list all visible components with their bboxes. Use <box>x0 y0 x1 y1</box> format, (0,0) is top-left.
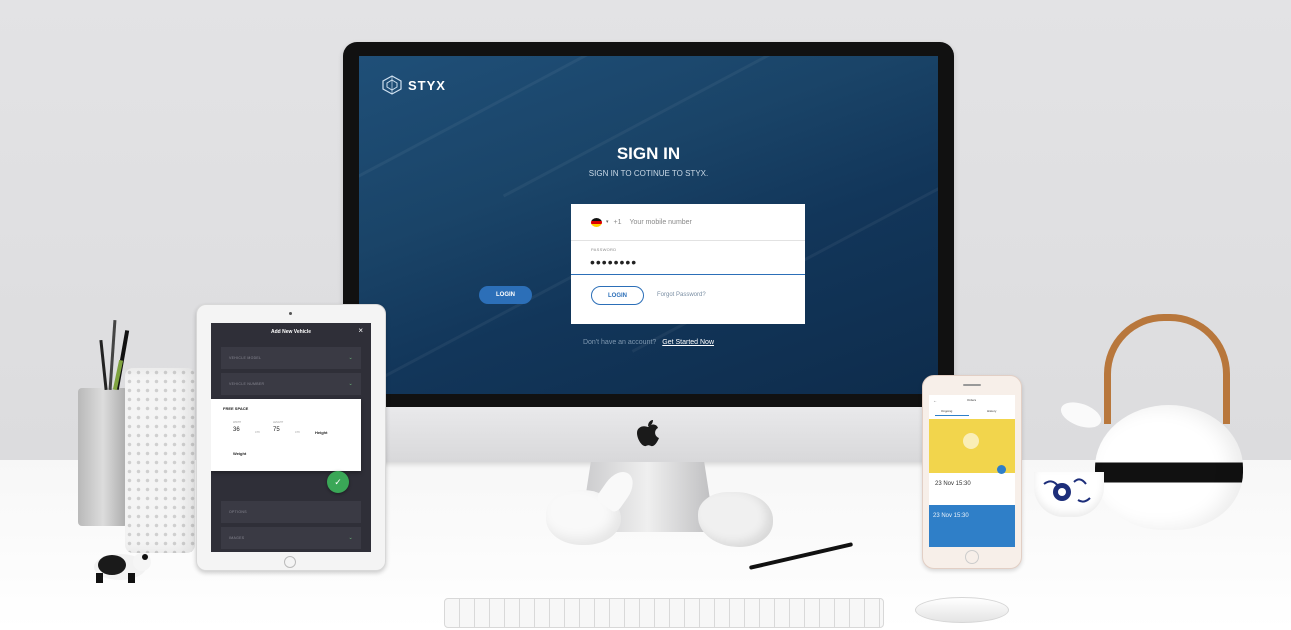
apple-logo-icon <box>637 420 659 447</box>
weight-label: Weight <box>233 451 247 456</box>
ipad-camera <box>289 312 292 315</box>
phone-field[interactable]: ▾ +1 Your mobile number <box>571 204 805 241</box>
keyboard <box>444 598 884 628</box>
tab-history[interactable]: History <box>987 409 996 413</box>
side-login-button[interactable]: LOGIN <box>479 286 532 304</box>
back-arrow-icon[interactable]: ← <box>933 398 937 403</box>
concrete-pencil-cup <box>78 388 128 526</box>
iphone-device: ← Orders Ongoing History 23 Nov 15:30 23… <box>922 375 1022 569</box>
password-underline <box>571 274 805 275</box>
order-card-yellow[interactable] <box>929 419 1015 474</box>
forgot-password-link[interactable]: Forgot Password? <box>657 292 706 298</box>
chevron-down-icon: ⌄ <box>348 535 353 541</box>
styx-logo[interactable]: STYX <box>382 75 446 95</box>
vehicle-number-row[interactable]: VEHICLE NUMBER ⌄ <box>221 373 361 395</box>
height-label: Height <box>315 430 328 435</box>
ipad-home-button <box>284 556 296 568</box>
vehicle-model-label: VEHICLE MODEL <box>229 356 262 360</box>
width-input[interactable]: 36 <box>233 427 240 433</box>
signup-prompt: Don't have an account? Get Started Now <box>359 339 938 346</box>
order-date-1: 23 Nov 15:30 <box>935 481 971 487</box>
flower-pattern-icon <box>1043 478 1091 503</box>
order-card-blue[interactable]: 23 Nov 15:30 <box>929 505 1015 547</box>
vehicle-model-row[interactable]: VEHICLE MODEL ⌄ <box>221 347 361 369</box>
cube-logo-icon <box>382 75 402 95</box>
confirm-check-icon[interactable]: ✓ <box>327 471 349 493</box>
ipad-title: Add New Vehicle <box>270 329 311 335</box>
teapot <box>1095 405 1243 530</box>
free-space-title: FREE SPACE <box>223 406 249 411</box>
signin-title: SIGN IN <box>616 144 681 163</box>
tea-cup <box>1034 472 1104 517</box>
ipad-device: Add New Vehicle × VEHICLE MODEL ⌄ VEHICLE… <box>196 304 386 571</box>
images-row[interactable]: IMAGES ⌄ <box>221 527 361 549</box>
signin-form: ▾ +1 Your mobile number PASSWORD •••••••… <box>571 204 805 324</box>
width-label: WIDTH <box>233 421 242 424</box>
imac-bezel: STYX SIGN IN SIGN IN TO COTINUE TO STYX.… <box>343 42 954 407</box>
signin-screen: STYX SIGN IN SIGN IN TO COTINUE TO STYX.… <box>359 56 938 394</box>
images-label: IMAGES <box>229 536 245 540</box>
vehicle-number-label: VEHICLE NUMBER <box>229 382 265 386</box>
length-unit: cm <box>295 430 300 434</box>
close-icon[interactable]: × <box>358 326 363 335</box>
password-input[interactable]: •••••••• <box>590 255 637 269</box>
brand-name: STYX <box>408 77 446 93</box>
ipad-screen: Add New Vehicle × VEHICLE MODEL ⌄ VEHICLE… <box>211 323 371 552</box>
mouse <box>915 597 1009 623</box>
imac-chin <box>343 407 954 462</box>
tab-ongoing[interactable]: Ongoing <box>941 409 952 413</box>
login-button[interactable]: LOGIN <box>591 286 644 305</box>
signin-subtitle: SIGN IN TO COTINUE TO STYX. <box>588 169 709 178</box>
chevron-down-icon[interactable]: ▾ <box>606 219 609 225</box>
free-space-card: FREE SPACE WIDTH 36 cm LENGHT 75 cm Heig… <box>211 399 361 471</box>
length-label: LENGHT <box>273 421 284 424</box>
iphone-header: ← Orders Ongoing History <box>929 395 1015 417</box>
dotted-white-vase <box>125 368 195 553</box>
chevron-down-icon: ⌄ <box>348 355 353 361</box>
width-unit: cm <box>255 430 260 434</box>
germany-flag-icon[interactable] <box>591 217 602 227</box>
iphone-screen: ← Orders Ongoing History 23 Nov 15:30 23… <box>929 395 1015 547</box>
phone-placeholder[interactable]: Your mobile number <box>630 219 692 226</box>
iphone-home-button <box>965 550 979 564</box>
password-label: PASSWORD <box>591 247 617 252</box>
options-label: OPTIONS <box>229 510 247 514</box>
panda-figurine <box>94 553 151 583</box>
phone-prefix: +1 <box>613 218 622 226</box>
options-row[interactable]: OPTIONS <box>221 501 361 523</box>
no-account-text: Don't have an account? <box>582 339 657 346</box>
iphone-speaker <box>963 384 981 386</box>
order-date-2: 23 Nov 15:30 <box>933 513 969 519</box>
imac-monitor: STYX SIGN IN SIGN IN TO COTINUE TO STYX.… <box>343 42 954 462</box>
chevron-down-icon: ⌄ <box>348 381 353 387</box>
orders-title: Orders <box>967 398 977 402</box>
length-input[interactable]: 75 <box>273 427 280 433</box>
get-started-link[interactable]: Get Started Now <box>662 339 714 346</box>
